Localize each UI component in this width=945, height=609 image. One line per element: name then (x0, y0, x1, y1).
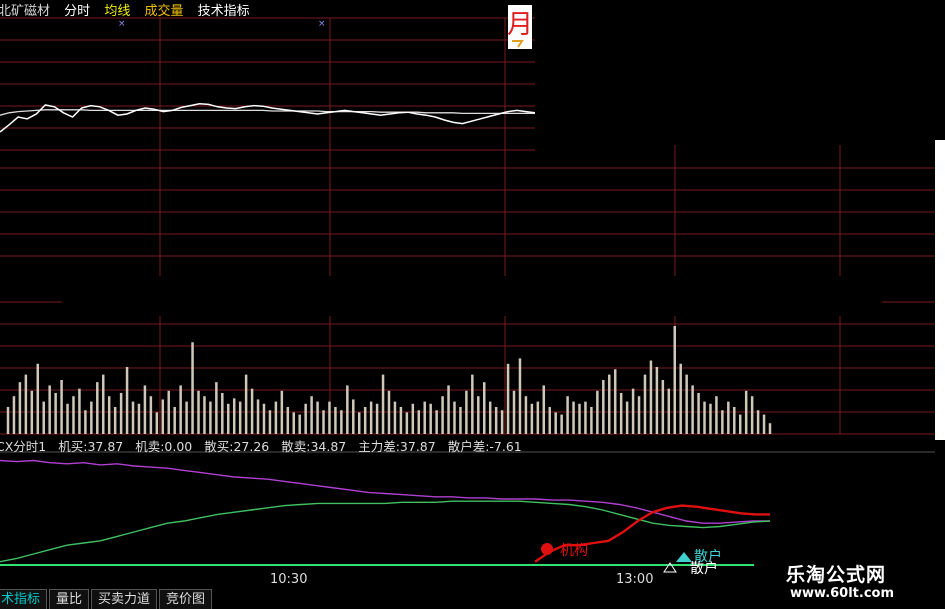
indicator-label[interactable]: 技术指标 (198, 0, 250, 19)
chart-header: 北矿磁材 分时 均线 成交量 技术指标 (0, 0, 260, 19)
indicator-sanmai-sell: 散卖:34.87 (281, 439, 347, 454)
indicator-jimai: 机买:37.87 (58, 439, 124, 454)
logo-url: www.60lt.com (790, 586, 895, 601)
jigou-marker-icon (541, 543, 553, 555)
right-edge-strip (935, 140, 945, 440)
volume-label[interactable]: 成交量 (144, 0, 183, 19)
purple-line (0, 459, 770, 524)
stamp-icon: 月 (508, 5, 532, 49)
grid-marker-1: × (118, 19, 126, 29)
tab-buy-sell-force[interactable]: 买卖力道 (91, 589, 158, 609)
indicator-sanmai: 散买:27.26 (204, 439, 270, 454)
tab-auction[interactable]: 竞价图 (159, 589, 213, 609)
indicator-jimai-sell: 机卖:0.00 (135, 439, 193, 454)
green-line (0, 500, 771, 563)
indicator-zhuli: 主力差:37.87 (358, 439, 436, 454)
tab-indicator[interactable]: 术指标 (0, 589, 48, 609)
sanhu-label-shadow: 散户 (690, 560, 718, 577)
watermark-logo: 乐淘公式网 www.60lt.com (754, 552, 945, 609)
time-label-1300: 13:00 (616, 572, 654, 587)
logo-title: 乐淘公式网 (786, 564, 887, 586)
bottom-tabs: 术指标 量比 买卖力道 竞价图 (0, 589, 214, 609)
indicator-bar: CX分时1 机买:37.87 机卖:0.00 散买:27.26 散卖:34.87… (0, 436, 530, 454)
black-overlay-top (535, 0, 945, 142)
tab-volume-ratio[interactable]: 量比 (49, 589, 90, 609)
black-overlay-mid (62, 276, 882, 316)
mode-label[interactable]: 分时 (64, 0, 90, 19)
intraday-chart[interactable]: × ×机构 散户散户 (0, 0, 945, 609)
avg-line-label[interactable]: 均线 (104, 0, 130, 19)
svg-text:月: 月 (508, 10, 532, 40)
time-label-1030: 10:30 (270, 572, 308, 587)
jigou-label: 机构 (560, 543, 588, 559)
grid-marker-2: × (318, 19, 326, 29)
stock-name: 北矿磁材 (0, 4, 51, 19)
indicator-name: CX分时1 (0, 439, 47, 454)
indicator-sanhu: 散户差:-7.61 (447, 439, 522, 454)
avg-price-line (0, 109, 535, 116)
